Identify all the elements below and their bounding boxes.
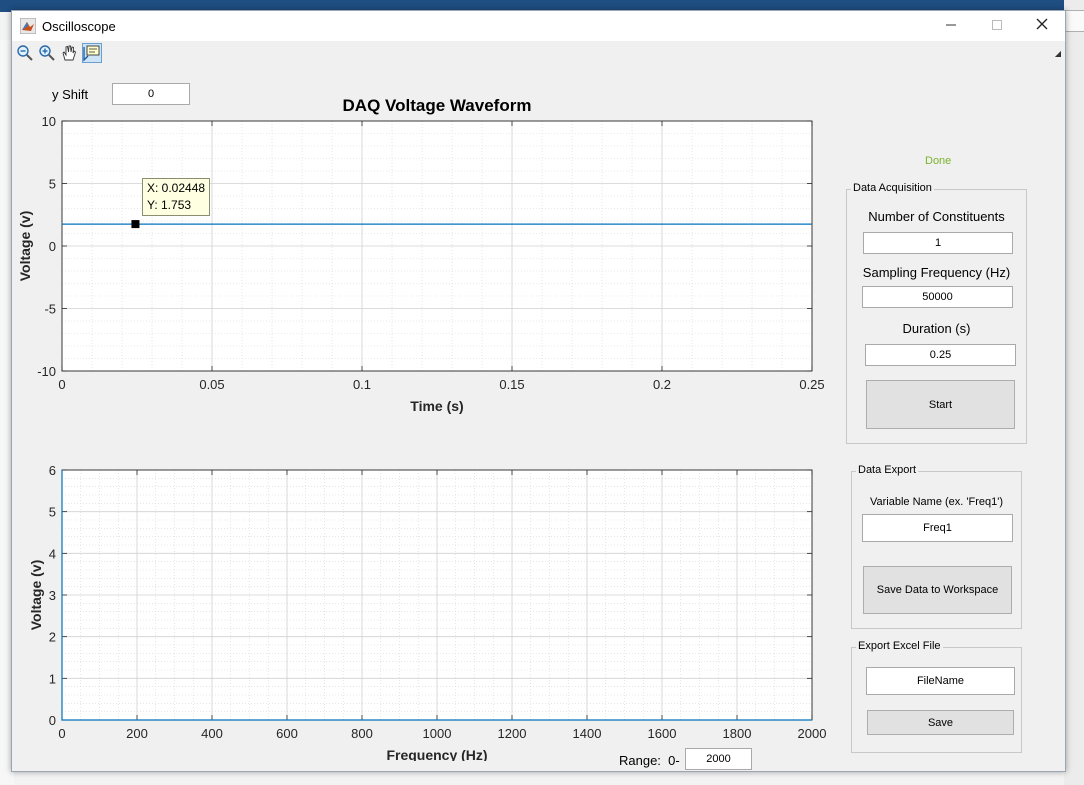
close-button[interactable] — [1019, 11, 1065, 41]
background-right-pane — [1064, 0, 1084, 785]
x-axis-label: Time (s) — [410, 398, 463, 414]
x-tick-label: 0.1 — [353, 377, 371, 392]
range-input[interactable]: 2000 — [685, 748, 752, 770]
data-tip-marker — [131, 220, 140, 229]
y-tick-label: 0 — [49, 713, 56, 728]
data-export-panel: Data Export Variable Name (ex. 'Freq1') … — [851, 464, 1022, 629]
pan-hand-icon — [62, 45, 77, 61]
x-tick-label: 400 — [201, 726, 223, 741]
minimize-button[interactable] — [928, 11, 974, 41]
data-acquisition-title: Data Acquisition — [851, 182, 934, 194]
minimize-icon — [946, 24, 956, 26]
x-tick-label: 1400 — [573, 726, 602, 741]
x-tick-label: 0.25 — [799, 377, 824, 392]
time-chart[interactable]: 0 0.05 0.1 0.15 0.2 0.25 -10 -5 0 5 10 DAQ Voltage … — [12, 89, 842, 419]
export-excel-panel: Export Excel File FileName Save — [851, 640, 1022, 753]
y-axis-label: Voltage (v) — [28, 560, 44, 631]
pan-button[interactable] — [59, 43, 79, 63]
background-tab — [1064, 10, 1084, 32]
y-tick-label: -5 — [44, 302, 56, 317]
window-title: Oscilloscope — [42, 19, 116, 34]
data-export-title: Data Export — [856, 464, 919, 476]
y-tick-label: 6 — [49, 463, 56, 478]
toolbar-overflow-icon[interactable]: ◢ — [1055, 49, 1061, 58]
constituents-input[interactable]: 1 — [863, 232, 1013, 254]
y-tick-label: 4 — [49, 546, 56, 561]
data-tip[interactable]: X: 0.02448 Y: 1.753 — [142, 178, 211, 216]
x-tick-label: 1200 — [498, 726, 527, 741]
close-icon — [1036, 18, 1048, 30]
y-tick-label: 2 — [49, 630, 56, 645]
x-tick-label: 0 — [58, 726, 65, 741]
variable-name-label: Variable Name (ex. 'Freq1') — [870, 496, 1003, 508]
x-axis-label: Frequency (Hz) — [386, 747, 487, 761]
title-bar: Oscilloscope — [12, 11, 1065, 41]
duration-label: Duration (s) — [902, 321, 971, 336]
start-button[interactable]: Start — [866, 380, 1015, 429]
y-tick-label: 1 — [49, 671, 56, 686]
data-cursor-button[interactable] — [82, 43, 102, 63]
data-tip-y: Y: 1.753 — [147, 198, 192, 212]
x-tick-label: 1600 — [648, 726, 677, 741]
data-cursor-icon — [83, 45, 100, 62]
x-tick-label: 600 — [276, 726, 298, 741]
range-label: Range: 0- — [619, 753, 680, 768]
x-tick-label: 800 — [351, 726, 373, 741]
y-tick-label: 5 — [49, 177, 56, 192]
y-tick-label: 0 — [49, 239, 56, 254]
maximize-button[interactable] — [974, 11, 1020, 41]
sampling-frequency-label: Sampling Frequency (Hz) — [862, 265, 1011, 280]
x-tick-label: 200 — [126, 726, 148, 741]
zoom-in-button[interactable] — [37, 43, 57, 63]
save-to-workspace-button[interactable]: Save Data to Workspace — [863, 566, 1012, 614]
zoom-out-button[interactable] — [15, 43, 35, 63]
maximize-icon — [992, 20, 1002, 30]
y-tick-label: -10 — [37, 364, 56, 379]
y-tick-label: 3 — [49, 588, 56, 603]
export-excel-title: Export Excel File — [856, 640, 943, 652]
chart-title: DAQ Voltage Waveform — [343, 96, 532, 115]
constituents-label: Number of Constituents — [868, 209, 1005, 224]
x-tick-label: 0.2 — [653, 377, 671, 392]
x-tick-label: 1800 — [723, 726, 752, 741]
y-axis-label: Voltage (v) — [17, 211, 33, 282]
filename-input[interactable]: FileName — [866, 667, 1015, 695]
y-tick-label: 5 — [49, 505, 56, 520]
y-tick-label: 10 — [42, 114, 56, 129]
zoom-out-icon — [17, 45, 33, 61]
sampling-frequency-input[interactable]: 50000 — [862, 286, 1013, 308]
x-tick-label: 1000 — [423, 726, 452, 741]
x-tick-label: 0.15 — [499, 377, 524, 392]
zoom-in-icon — [39, 45, 55, 61]
frequency-chart[interactable]: 0 200 400 600 800 1000 1200 1400 1600 1800 2000 0 1 2… — [12, 461, 842, 761]
variable-name-input[interactable]: Freq1 — [862, 514, 1013, 542]
duration-input[interactable]: 0.25 — [865, 344, 1016, 366]
data-acquisition-panel: Data Acquisition Number of Constituents … — [846, 182, 1027, 444]
x-tick-label: 0 — [58, 377, 65, 392]
matlab-icon — [20, 18, 36, 34]
x-tick-label: 0.05 — [199, 377, 224, 392]
oscilloscope-window: Oscilloscope ◢ y Shift 0 Done 0 0.05 0.1 0.… — [11, 10, 1066, 772]
status-text: Done — [925, 155, 952, 167]
save-excel-button[interactable]: Save — [867, 710, 1014, 735]
figure-toolbar: ◢ — [12, 41, 1065, 65]
data-tip-x: X: 0.02448 — [147, 181, 206, 195]
x-tick-label: 2000 — [798, 726, 827, 741]
